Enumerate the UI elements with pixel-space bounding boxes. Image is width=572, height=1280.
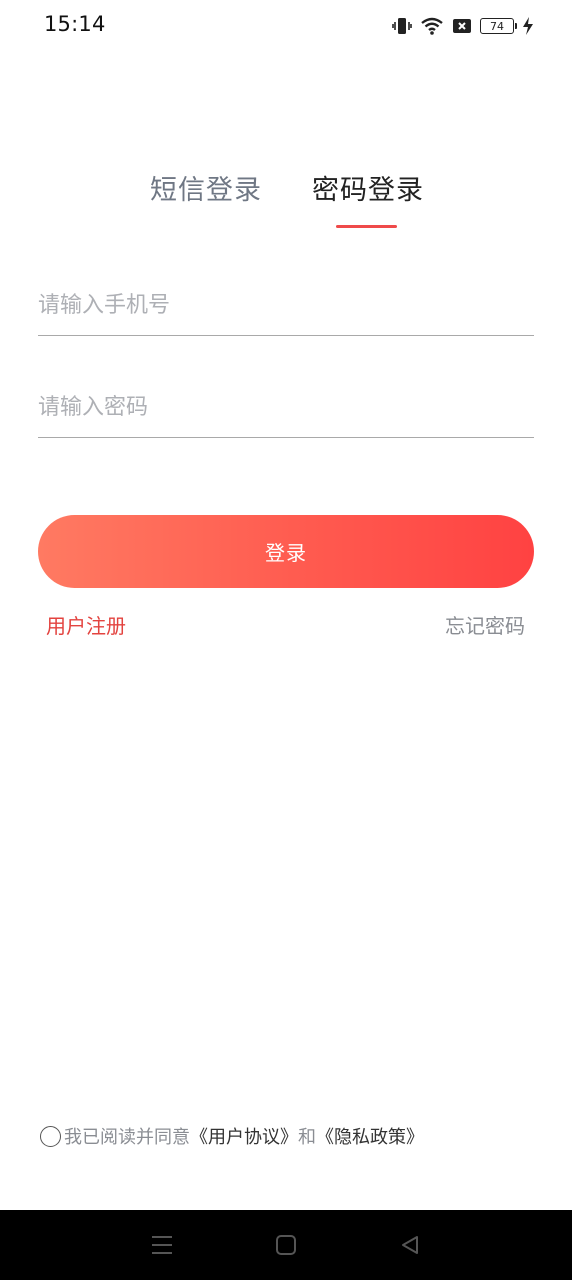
phone-field xyxy=(38,276,534,336)
charging-icon xyxy=(522,16,534,36)
agree-prefix: 我已阅读并同意 xyxy=(64,1127,190,1148)
tab-password-login[interactable]: 密码登录 xyxy=(312,168,424,207)
password-input[interactable] xyxy=(38,378,534,437)
back-icon[interactable] xyxy=(390,1225,430,1265)
register-link[interactable]: 用户注册 xyxy=(46,610,126,639)
forgot-password-link[interactable]: 忘记密码 xyxy=(445,610,525,639)
status-bar: 15:14 74 xyxy=(0,0,572,52)
wifi-icon xyxy=(420,16,444,36)
login-button[interactable]: 登录 xyxy=(38,515,534,588)
menu-icon[interactable] xyxy=(142,1225,182,1265)
agree-radio[interactable] xyxy=(40,1125,61,1147)
vibrate-icon xyxy=(392,16,412,36)
user-agreement-link[interactable]: 《用户协议》 xyxy=(190,1123,298,1149)
sim-blocked-icon xyxy=(452,17,472,35)
agree-conjunction: 和 xyxy=(298,1127,316,1148)
system-nav-bar xyxy=(0,1210,572,1280)
phone-input[interactable] xyxy=(38,276,534,335)
active-tab-indicator xyxy=(336,225,397,228)
home-icon[interactable] xyxy=(266,1225,306,1265)
agreement-row: 我已阅读并同意 《用户协议》 和 《隐私政策》 xyxy=(40,1123,424,1149)
status-time: 15:14 xyxy=(44,12,106,36)
login-screen: 15:14 74 短信登录 密码登录 请输入手机号 登录 用户注册 忘记密码 我… xyxy=(0,0,572,1280)
battery-level: 74 xyxy=(490,19,504,33)
battery-icon: 74 xyxy=(480,18,517,34)
privacy-policy-link[interactable]: 《隐私政策》 xyxy=(316,1123,424,1149)
tab-sms-login[interactable]: 短信登录 xyxy=(150,168,262,207)
password-field xyxy=(38,378,534,438)
status-icons: 74 xyxy=(392,14,534,38)
